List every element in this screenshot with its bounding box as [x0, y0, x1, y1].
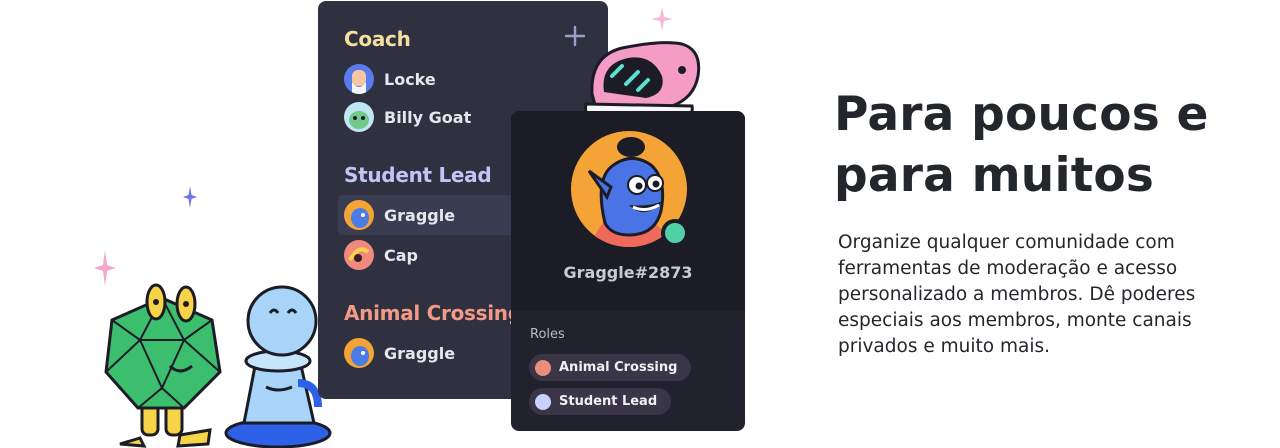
shoe-character-icon — [584, 41, 701, 116]
body-text: Organize qualquer comunidade com ferrame… — [838, 232, 1196, 357]
avatar — [344, 240, 374, 270]
role-name: Student Lead — [559, 394, 658, 409]
avatar — [344, 200, 374, 230]
role-color-dot — [535, 359, 551, 376]
role-name: Animal Crossing — [559, 360, 678, 375]
avatar — [344, 102, 374, 132]
member-name: Cap — [384, 245, 418, 265]
page-title: Para poucos e para muitos — [834, 87, 1209, 203]
online-status-icon — [661, 219, 689, 247]
group-header-coach: Coach — [344, 27, 411, 51]
sparkle-icon — [183, 186, 197, 208]
member-name: Billy Goat — [384, 107, 472, 127]
group-header-student-lead: Student Lead — [344, 163, 492, 187]
member-name: Graggle — [384, 343, 456, 363]
member-name: Locke — [384, 69, 436, 89]
member-name: Graggle — [384, 205, 456, 225]
member-row-locke[interactable]: Locke — [338, 59, 608, 99]
profile-username: Graggle#2873 — [563, 263, 693, 282]
roles-label: Roles — [530, 327, 565, 342]
hero-illustration: Coach Locke Billy Goat Student Lead Grag… — [0, 0, 800, 448]
role-color-dot — [535, 393, 551, 410]
sparkle-icon — [651, 7, 673, 31]
d20-character-icon — [104, 283, 222, 448]
avatar — [344, 338, 374, 368]
role-pill-student-lead[interactable]: Student Lead — [529, 388, 672, 415]
avatar — [344, 64, 374, 94]
profile-card: Graggle#2873 Roles Animal Crossing Stude… — [511, 111, 745, 431]
role-pill-animal-crossing[interactable]: Animal Crossing — [529, 354, 692, 381]
group-header-animal-crossing: Animal Crossing — [344, 301, 522, 325]
pawn-character-icon — [224, 285, 332, 448]
